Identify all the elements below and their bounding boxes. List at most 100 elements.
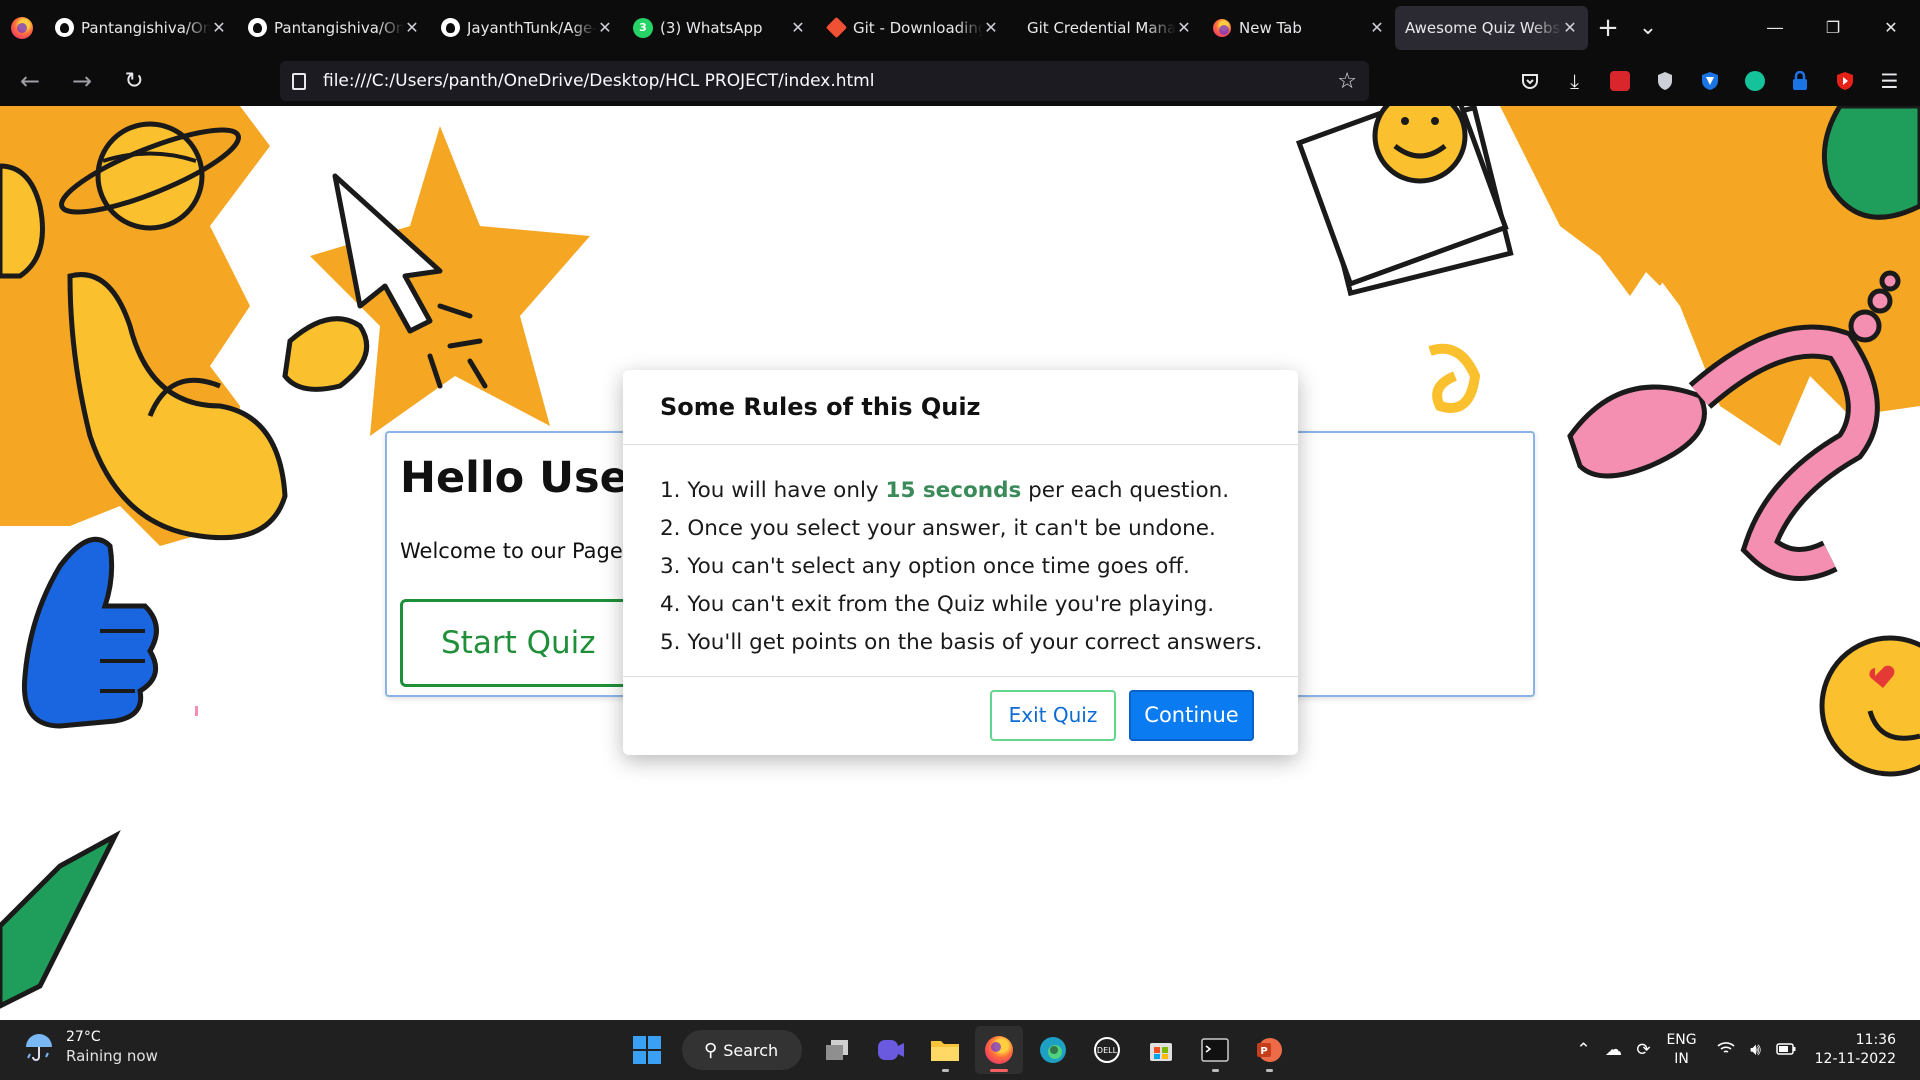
chevron-down-icon[interactable]: ⌄: [1628, 6, 1668, 50]
close-icon[interactable]: ✕: [597, 18, 613, 37]
window-controls: ― ❐ ✕: [1746, 0, 1920, 55]
tab-5[interactable]: Git - Downloading Package ✕: [816, 6, 1009, 50]
tab-2[interactable]: Pantangishiva/Online-Quiz ✕: [237, 6, 430, 50]
close-icon[interactable]: ✕: [1369, 18, 1385, 37]
hello-title: Hello User: [400, 453, 651, 503]
forward-arrow-icon[interactable]: →: [60, 59, 104, 103]
url-bar[interactable]: file:///C:/Users/panth/OneDrive/Desktop/…: [280, 61, 1369, 101]
tab-title: Awesome Quiz Website: [1405, 18, 1562, 37]
tab-6[interactable]: Git Credential Manager ✕: [1009, 6, 1202, 50]
firefox-taskbar-icon[interactable]: [975, 1026, 1023, 1074]
microsoft-store-icon[interactable]: [1137, 1026, 1185, 1074]
youtube-extension-icon[interactable]: [1822, 59, 1867, 103]
terminal-icon[interactable]: [1191, 1026, 1239, 1074]
tab-title: JayanthTunk/Age-Calculator: [467, 18, 597, 37]
tab-title: New Tab: [1239, 18, 1302, 37]
tab-title: Git Credential Manager: [1027, 18, 1176, 37]
teams-chat-icon[interactable]: [867, 1026, 915, 1074]
rain-umbrella-icon: [22, 1030, 56, 1064]
new-tab-button[interactable]: +: [1588, 6, 1628, 50]
dell-icon[interactable]: DELL: [1083, 1026, 1131, 1074]
rule-item: 2. Once you select your answer, it can't…: [660, 516, 1216, 541]
search-label: Search: [723, 1040, 779, 1060]
close-icon[interactable]: ✕: [790, 18, 806, 37]
taskbar-search[interactable]: ⚲ Search: [682, 1030, 802, 1070]
task-view-icon[interactable]: [813, 1026, 861, 1074]
firefox-icon: [1212, 18, 1232, 38]
bookmark-star-icon[interactable]: ☆: [1337, 69, 1357, 94]
close-icon[interactable]: ✕: [211, 18, 227, 37]
tab-title: Git - Downloading Package: [853, 18, 983, 37]
clock-time: 11:36: [1855, 1032, 1896, 1048]
github-icon: [440, 18, 460, 38]
close-icon[interactable]: ✕: [404, 18, 420, 37]
web-page: Hello User Welcome to our Page! Start Qu…: [0, 106, 1920, 1020]
battery-icon[interactable]: [1771, 1040, 1801, 1060]
windows-start-icon[interactable]: [623, 1026, 671, 1074]
tab-4[interactable]: 3 (3) WhatsApp ✕: [623, 6, 816, 50]
tab-title: Pantangishiva/Online-Quiz: [81, 18, 211, 37]
pocket-icon[interactable]: [1507, 59, 1552, 103]
volume-icon[interactable]: 🔊︎: [1741, 1040, 1771, 1060]
lang-region: IN: [1674, 1051, 1689, 1067]
rule-item: 3. You can't select any option once time…: [660, 554, 1190, 579]
rule-item: 5. You'll get points on the basis of you…: [660, 630, 1263, 655]
clock-date: 12-11-2022: [1814, 1051, 1896, 1067]
close-icon[interactable]: ✕: [1562, 18, 1578, 37]
powerpoint-icon[interactable]: P: [1245, 1026, 1293, 1074]
modal-header: Some Rules of this Quiz: [623, 370, 1298, 445]
rules-modal: Some Rules of this Quiz 1. You will have…: [623, 370, 1298, 755]
tab-8[interactable]: Awesome Quiz Website ✕: [1395, 5, 1588, 50]
language-indicator[interactable]: ENG IN: [1666, 1031, 1696, 1069]
taskbar-apps: ⚲ Search DELL P: [620, 1020, 1296, 1080]
tab-title: Pantangishiva/Online-Quiz: [274, 18, 404, 37]
smiley-photo-doodle: [1295, 106, 1514, 297]
page-icon: [292, 72, 306, 90]
close-icon[interactable]: ✕: [983, 18, 999, 37]
weather-desc: Raining now: [66, 1047, 158, 1065]
rule-item: 1. You will have only 15 seconds per eac…: [660, 478, 1230, 503]
vpn-extension-icon[interactable]: [1687, 59, 1732, 103]
lock-extension-icon[interactable]: [1777, 59, 1822, 103]
clock[interactable]: 11:36 12-11-2022: [1815, 1031, 1896, 1069]
weather-widget[interactable]: 27°C Raining now: [22, 1028, 158, 1066]
star-cursor-doodle: [310, 126, 590, 436]
tab-7[interactable]: New Tab ✕: [1202, 6, 1395, 50]
weather-temp: 27°C: [66, 1029, 101, 1045]
navigation-bar: ← → ↻ file:///C:/Users/panth/OneDrive/De…: [0, 55, 1920, 106]
github-icon: [54, 18, 74, 38]
tab-3[interactable]: JayanthTunk/Age-Calculator ✕: [430, 6, 623, 50]
lang-code: ENG: [1666, 1032, 1697, 1048]
restore-button[interactable]: ❐: [1804, 0, 1862, 55]
file-explorer-icon[interactable]: [921, 1026, 969, 1074]
welcome-text: Welcome to our Page!: [400, 539, 632, 563]
search-icon: ⚲: [704, 1039, 718, 1061]
grammar-extension-icon[interactable]: [1732, 59, 1777, 103]
modal-footer: Exit Quiz Continue: [623, 677, 1298, 753]
exit-quiz-button[interactable]: Exit Quiz: [990, 689, 1116, 741]
onedrive-cloud-icon[interactable]: ☁: [1598, 1040, 1628, 1060]
start-quiz-button[interactable]: Start Quiz: [400, 599, 645, 687]
chevron-up-icon[interactable]: ⌃: [1568, 1040, 1598, 1060]
extension-red-icon[interactable]: [1597, 59, 1642, 103]
rule-item: 4. You can't exit from the Quiz while yo…: [660, 592, 1215, 617]
close-icon[interactable]: ✕: [1176, 18, 1192, 37]
shield-extension-icon[interactable]: [1642, 59, 1687, 103]
hamburger-menu-icon[interactable]: ☰: [1867, 59, 1912, 103]
close-window-button[interactable]: ✕: [1862, 0, 1920, 55]
reload-icon[interactable]: ↻: [112, 59, 156, 103]
download-icon[interactable]: ⤓: [1552, 59, 1597, 103]
toolbar-right: ⤓ ☰: [1507, 55, 1920, 106]
edge-icon[interactable]: [1029, 1026, 1077, 1074]
firefox-menu-icon[interactable]: [0, 0, 44, 55]
sync-icon[interactable]: ⟳: [1628, 1040, 1658, 1060]
tab-bar: Pantangishiva/Online-Quiz ✕ Pantangishiv…: [0, 0, 1920, 55]
tab-1[interactable]: Pantangishiva/Online-Quiz ✕: [44, 6, 237, 50]
back-arrow-icon[interactable]: ←: [8, 59, 52, 103]
tab-title: (3) WhatsApp: [660, 18, 763, 37]
wifi-icon[interactable]: [1711, 1040, 1741, 1060]
git-icon: [825, 16, 847, 39]
continue-button[interactable]: Continue: [1129, 689, 1254, 741]
minimize-button[interactable]: ―: [1746, 0, 1804, 55]
url-text[interactable]: file:///C:/Users/panth/OneDrive/Desktop/…: [323, 71, 1337, 91]
